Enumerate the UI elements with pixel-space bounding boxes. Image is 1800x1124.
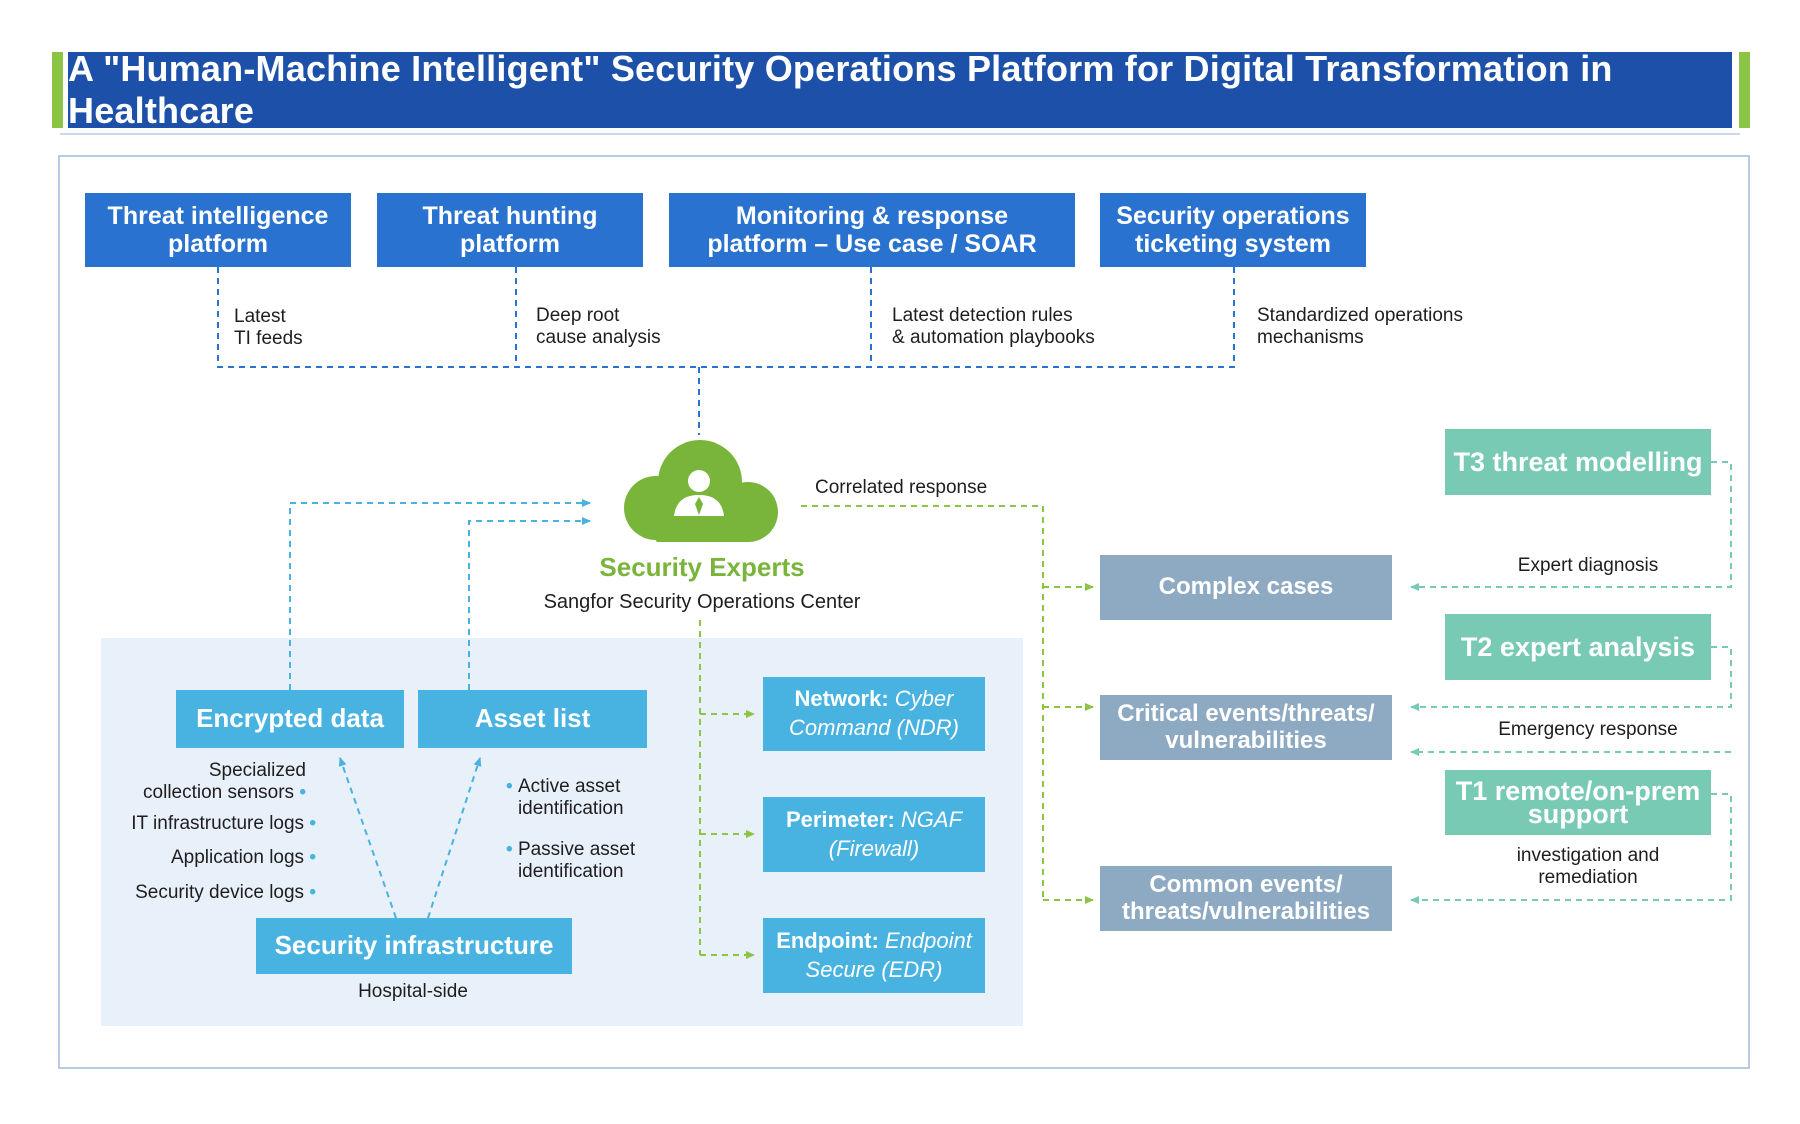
source-specialized-sensors: Specialized collection sensors • bbox=[143, 760, 306, 803]
asset-list-box: Asset list bbox=[418, 690, 647, 748]
threat-hunting-platform: Threat hunting platform bbox=[377, 193, 643, 267]
correlated-response-label: Correlated response bbox=[815, 477, 988, 498]
detection-rules-label: Latest detection rules & automation play… bbox=[892, 305, 1095, 348]
t1-support-box: T1 remote/on-prem support bbox=[1445, 770, 1711, 835]
source-it-infrastructure-logs: IT infrastructure logs • bbox=[131, 813, 316, 834]
soc-subtitle: Sangfor Security Operations Center bbox=[543, 591, 861, 613]
threat-intelligence-platform: Threat intelligence platform bbox=[85, 193, 351, 267]
perimeter-ngaf-box: Perimeter: NGAF (Firewall) bbox=[763, 797, 985, 872]
hospital-side-caption: Hospital-side bbox=[358, 981, 468, 1002]
common-events-box: Common events/ threats/vulnerabilities bbox=[1100, 866, 1392, 931]
operations-mechanisms-label: Standardized operations mechanisms bbox=[1257, 305, 1463, 348]
source-application-logs: Application logs • bbox=[170, 847, 316, 868]
investigation-remediation-label: investigation and remediation bbox=[1516, 845, 1660, 888]
ticketing-system: Security operations ticketing system bbox=[1100, 193, 1366, 267]
expert-diagnosis-label: Expert diagnosis bbox=[1517, 555, 1659, 576]
network-ndr-box: Network: Cyber Command (NDR) bbox=[763, 677, 985, 751]
cloud-expert-icon bbox=[624, 440, 778, 542]
t3-threat-modelling-box: T3 threat modelling bbox=[1445, 429, 1711, 495]
asset-active-identification: • Active asset identification bbox=[506, 776, 624, 819]
asset-passive-identification: • Passive asset identification bbox=[506, 839, 636, 882]
emergency-response-label: Emergency response bbox=[1498, 719, 1678, 740]
source-security-device-logs: Security device logs • bbox=[135, 882, 316, 903]
t2-expert-analysis-box: T2 expert analysis bbox=[1445, 614, 1711, 680]
complex-cases-box: Complex cases bbox=[1100, 555, 1392, 620]
endpoint-edr-box: Endpoint: Endpoint Secure (EDR) bbox=[763, 918, 985, 993]
encrypted-data-box: Encrypted data bbox=[176, 690, 404, 748]
monitoring-response-platform: Monitoring & response platform – Use cas… bbox=[669, 193, 1075, 267]
security-infrastructure-box: Security infrastructure bbox=[256, 918, 572, 974]
root-cause-label: Deep root cause analysis bbox=[536, 305, 661, 348]
security-experts-title: Security Experts bbox=[599, 552, 805, 582]
critical-events-box: Critical events/threats/ vulnerabilities bbox=[1100, 695, 1392, 760]
ti-feeds-label: Latest TI feeds bbox=[234, 306, 303, 349]
